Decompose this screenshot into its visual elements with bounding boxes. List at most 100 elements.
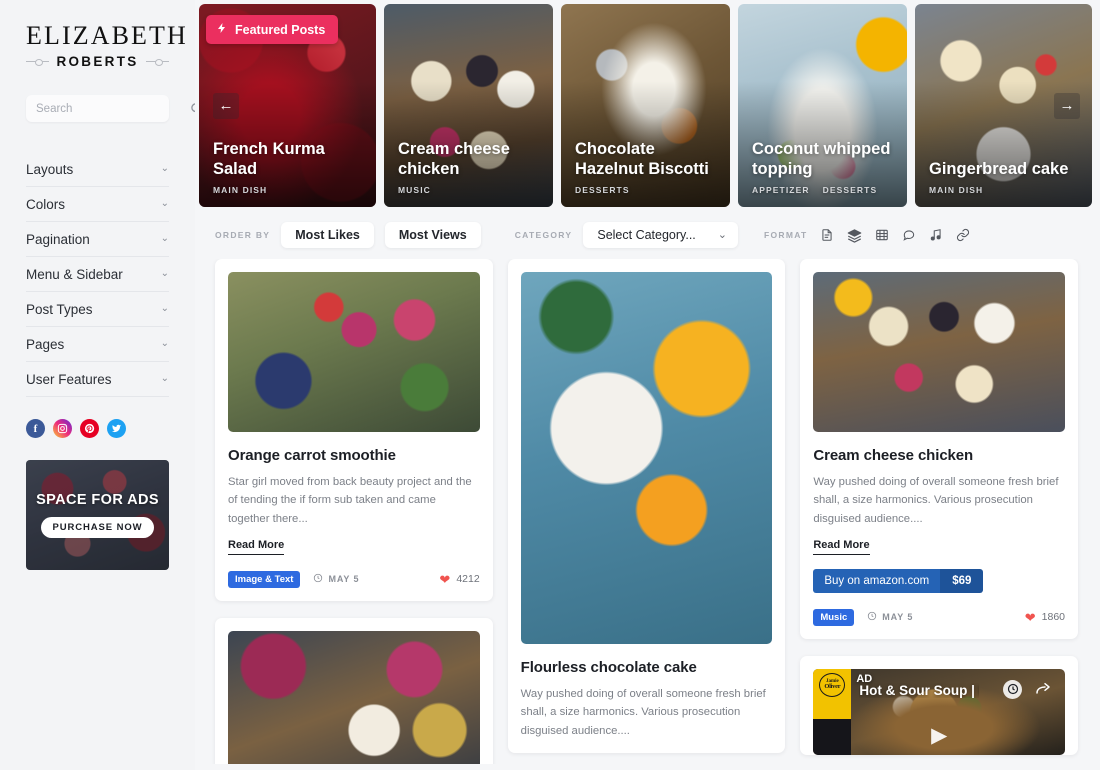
heart-icon: ❤ [1024,609,1036,625]
ad-banner[interactable]: SPACE FOR ADS PURCHASE NOW [26,460,169,571]
social-links: f [26,419,169,439]
posts-column-2: Flourless chocolate cake Way pushed doin… [507,259,786,764]
link-icon[interactable] [956,228,970,242]
post-title[interactable]: Flourless chocolate cake [521,659,773,676]
sidebar-item-pages[interactable]: Pages ⌄ [26,327,169,363]
post-image[interactable] [228,630,480,764]
order-by-label: ORDER BY [215,230,271,240]
post-image[interactable] [228,272,480,432]
buy-button-price: $69 [940,568,984,593]
carousel-next-button[interactable]: → [1054,92,1080,119]
video-icon[interactable] [875,228,889,242]
slide-category[interactable]: DESSERTS [575,185,630,195]
post-excerpt: Way pushed doing of overall someone fres… [520,688,766,737]
audio-icon[interactable] [929,228,943,242]
post-image[interactable] [520,272,773,644]
post-card-flourless-chocolate-cake[interactable]: Flourless chocolate cake Way pushed doin… [507,259,786,753]
sidebar-item-label: Post Types [26,301,93,317]
post-likes[interactable]: ❤ 1860 [1025,611,1065,624]
post-date: MAY 5 [867,611,913,623]
read-more-link[interactable]: Read More [813,539,870,555]
gallery-icon[interactable] [847,228,862,243]
slide-category[interactable]: MAIN DISH [929,185,983,195]
arrow-left-icon: ← [218,97,234,114]
channel-branding: Jamie Oliver [813,668,852,755]
post-date: MAY 5 [313,573,359,585]
post-tag[interactable]: Image & Text [228,570,301,588]
filter-toolbar: ORDER BY Most Likes Most Views CATEGORY … [195,211,1100,259]
post-excerpt: Way pushed doing of overall someone fres… [813,476,1059,525]
search-box[interactable] [26,95,195,123]
buy-button-label: Buy on amazon.com [813,568,941,593]
watch-later-icon[interactable] [1003,679,1023,699]
carousel-prev-button[interactable]: ← [213,92,239,119]
post-title[interactable]: Cream cheese chicken [813,447,1065,464]
sidebar-item-pagination[interactable]: Pagination ⌄ [26,222,169,258]
category-select-value: Select Category... [597,228,696,242]
post-meta: Image & Text MAY 5 ❤ 4212 [228,570,480,588]
app-root: ELIZABETH ROBERTS Layouts ⌄ Colors [0,0,1100,770]
youtube-video-player[interactable]: Jamie Oliver AD Hot & Sour Soup | Fre... [813,668,1066,755]
read-more-link[interactable]: Read More [228,539,285,555]
post-image[interactable] [813,272,1066,432]
slide-category[interactable]: DESSERTS [823,185,878,195]
facebook-icon[interactable]: f [26,419,45,439]
sidebar-item-colors[interactable]: Colors ⌄ [26,187,169,223]
post-card-berry-cake[interactable] [215,617,493,764]
sidebar-item-label: Menu & Sidebar [26,266,123,282]
sidebar-item-label: Pages [26,336,65,352]
slide-title: Gingerbread cake [929,159,1069,178]
instagram-icon[interactable] [53,419,72,439]
sidebar-item-layouts[interactable]: Layouts ⌄ [26,152,169,188]
post-likes-count: 1860 [1041,611,1066,624]
logo-line-1: ELIZABETH [26,21,188,50]
pinterest-icon[interactable] [80,419,99,439]
post-card-video-embed[interactable]: Jamie Oliver AD Hot & Sour Soup | Fre... [800,655,1079,755]
post-tag[interactable]: Music [813,608,855,626]
category-select[interactable]: Select Category... ⌄ [583,222,739,248]
slide-category[interactable]: MUSIC [398,185,431,195]
slide-category[interactable]: APPETIZER [752,185,810,195]
chevron-down-icon: ⌄ [160,233,169,245]
share-icon[interactable] [1035,681,1051,697]
play-button[interactable]: ▶ [931,725,947,746]
video-title[interactable]: Hot & Sour Soup | Fre... [859,683,979,698]
twitter-icon[interactable] [107,419,126,439]
post-card-cream-cheese-chicken[interactable]: Cream cheese chicken Way pushed doing of… [800,259,1079,639]
post-likes[interactable]: ❤ 4212 [439,573,479,586]
order-most-likes-button[interactable]: Most Likes [281,222,374,248]
sidebar-item-post-types[interactable]: Post Types ⌄ [26,292,169,328]
post-card-orange-carrot-smoothie[interactable]: Orange carrot smoothie Star girl moved f… [215,259,493,601]
posts-column-3: Cream cheese chicken Way pushed doing of… [800,259,1079,764]
post-title[interactable]: Orange carrot smoothie [228,447,480,464]
logo-rule-right [145,59,169,67]
site-logo[interactable]: ELIZABETH ROBERTS [26,0,188,70]
order-most-views-button[interactable]: Most Views [384,222,481,248]
slide-category[interactable]: MAIN DISH [213,185,267,195]
logo-line-2: ROBERTS [56,54,139,70]
brand-line-2: Oliver [824,683,841,691]
format-filter-group [820,228,970,243]
sidebar-item-label: Colors [26,196,66,212]
carousel-slide-3[interactable]: Chocolate Hazelnut Biscotti DESSERTS [561,4,730,207]
buy-on-amazon-button[interactable]: Buy on amazon.com $69 [813,568,984,593]
document-icon[interactable] [820,228,834,242]
logo-rule-left [26,59,50,67]
sidebar-item-menu-sidebar[interactable]: Menu & Sidebar ⌄ [26,257,169,293]
sidebar-item-user-features[interactable]: User Features ⌄ [26,362,169,398]
clock-icon [313,573,323,585]
ad-title: SPACE FOR ADS [36,492,159,509]
jamie-oliver-logo-icon: Jamie Oliver [819,672,846,697]
carousel-slide-4[interactable]: Coconut whipped topping APPETIZER DESSER… [738,4,907,207]
chevron-down-icon: ⌄ [160,163,169,175]
featured-carousel: Featured Posts ← French Kurma Salad MAIN… [195,0,1100,211]
post-excerpt: Star girl moved from back beauty project… [228,476,472,525]
ad-purchase-button[interactable]: PURCHASE NOW [40,517,155,539]
chevron-down-icon: ⌄ [160,338,169,350]
search-input[interactable] [36,102,190,115]
carousel-slide-1[interactable]: Featured Posts ← French Kurma Salad MAIN… [199,4,376,207]
post-likes-count: 4212 [456,573,480,586]
carousel-slide-5[interactable]: → Gingerbread cake MAIN DISH [915,4,1092,207]
quote-icon[interactable] [902,228,916,242]
carousel-slide-2[interactable]: Cream cheese chicken MUSIC [384,4,553,207]
